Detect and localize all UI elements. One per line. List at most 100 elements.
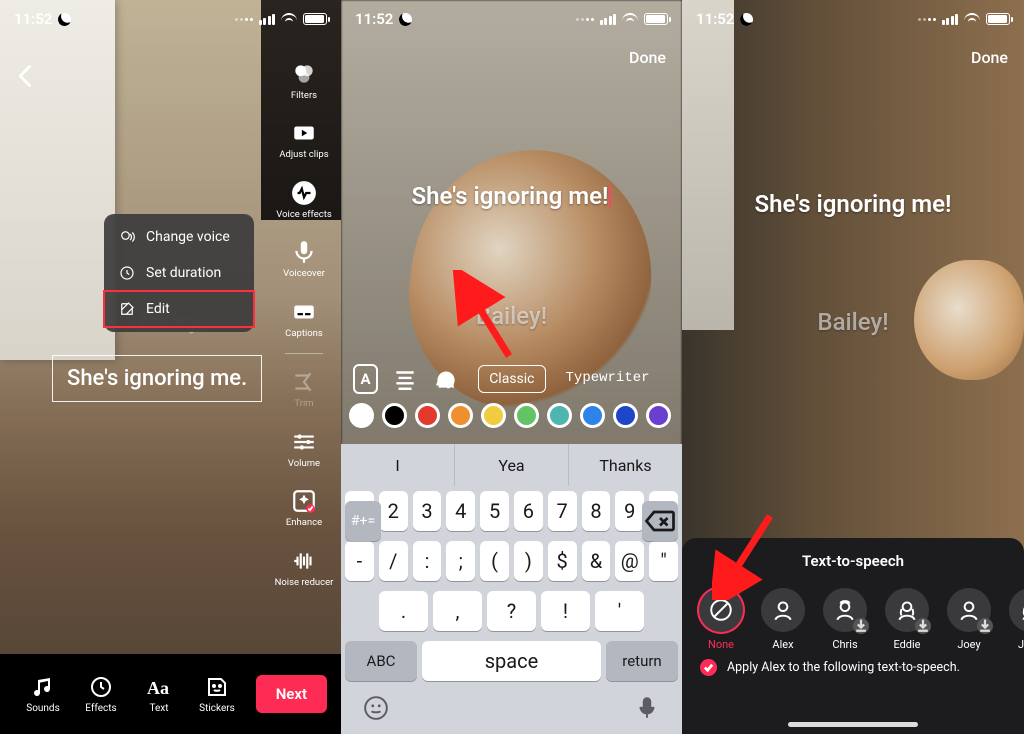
text-icon: Aa (147, 675, 171, 699)
tool-noise-reducer[interactable]: Noise reducer (275, 547, 334, 588)
keyboard-key[interactable]: 9 (615, 491, 644, 531)
wifi-icon (622, 13, 638, 25)
tool-voice-effects[interactable]: Voice effects (276, 179, 331, 220)
tts-voice-eddie[interactable]: Eddie (884, 588, 930, 651)
keyboard-row-1: 1234567890 (341, 486, 682, 536)
keyboard-return-button[interactable]: return (606, 641, 678, 681)
keyboard-abc-button[interactable]: ABC (345, 641, 417, 681)
done-button[interactable]: Done (971, 48, 1008, 67)
keyboard-key[interactable]: 6 (514, 491, 543, 531)
bottom-effects[interactable]: Effects (72, 675, 130, 714)
keyboard-key[interactable]: , (433, 591, 482, 631)
tool-label: Enhance (286, 518, 322, 528)
tts-apply-row[interactable]: Apply Alex to the following text-to-spee… (682, 655, 1024, 680)
voice-avatar-icon (885, 588, 929, 632)
tool-label: Filters (291, 91, 317, 101)
keyboard-key[interactable]: ) (514, 541, 543, 581)
voice-name-label: Alex (772, 638, 793, 651)
keyboard-key[interactable]: / (379, 541, 408, 581)
text-primary[interactable]: She's ignoring me! (682, 190, 1024, 218)
bottom-text[interactable]: Aa Text (130, 675, 188, 714)
keyboard-space-button[interactable]: space (422, 641, 601, 681)
editing-text-primary[interactable]: She's ignoring me! (341, 182, 682, 210)
keyboard-key[interactable]: 2 (379, 491, 408, 531)
keyboard-key[interactable]: : (413, 541, 442, 581)
emoji-button[interactable] (363, 695, 389, 725)
color-swatch[interactable] (547, 403, 572, 428)
moon-icon (57, 11, 74, 28)
music-note-icon (31, 675, 55, 699)
font-typewriter[interactable]: Typewriter (556, 365, 660, 393)
keyboard-symbols-button[interactable]: #+= (345, 501, 381, 541)
signal-bars-icon (942, 14, 959, 25)
font-classic[interactable]: Classic (478, 365, 545, 393)
tts-voice-joey[interactable]: Joey (946, 588, 992, 651)
color-swatch[interactable] (580, 403, 605, 428)
keyboard-key[interactable]: ' (595, 591, 644, 631)
color-swatch[interactable] (481, 403, 506, 428)
bottom-label: Sounds (26, 703, 59, 714)
keyboard-key[interactable]: ? (487, 591, 536, 631)
captions-icon (290, 298, 318, 326)
popup-change-voice[interactable]: Change voice (104, 219, 254, 255)
popup-set-duration[interactable]: Set duration (104, 255, 254, 291)
bottom-sounds[interactable]: Sounds (14, 675, 72, 714)
tool-volume[interactable]: Volume (288, 428, 320, 469)
keyboard-key[interactable]: ( (480, 541, 509, 581)
keyboard-key[interactable]: ; (446, 541, 475, 581)
keyboard-key[interactable]: ! (541, 591, 590, 631)
a-label: A (361, 370, 371, 388)
tool-filters[interactable]: Filters (290, 60, 318, 101)
color-swatch[interactable] (349, 403, 374, 428)
tool-voiceover[interactable]: Voiceover (283, 238, 325, 279)
keyboard-delete-button[interactable] (642, 501, 678, 541)
next-button[interactable]: Next (256, 675, 327, 713)
color-swatch[interactable] (448, 403, 473, 428)
voice-name-label: Joey (957, 638, 980, 651)
tool-adjust-clips[interactable]: Adjust clips (279, 119, 328, 160)
annotation-arrow (712, 510, 782, 604)
ios-keyboard: I Yea Thanks 1234567890 -/:;()$&@" #+= .… (341, 444, 682, 734)
tts-voice-jessi[interactable]: Jessi (1008, 588, 1024, 651)
keyboard-key[interactable]: @ (615, 541, 644, 581)
selected-text-box[interactable]: She's ignoring me. (52, 355, 262, 402)
keyboard-key[interactable]: 7 (548, 491, 577, 531)
suggestion-1[interactable]: I (341, 444, 454, 486)
text-style-button[interactable]: A (353, 364, 378, 394)
keyboard-key[interactable]: 4 (446, 491, 475, 531)
keyboard-suggestions: I Yea Thanks (341, 444, 682, 486)
keyboard-key[interactable]: - (345, 541, 374, 581)
keyboard-key[interactable]: 8 (582, 491, 611, 531)
text-options-popup: Change voice Set duration Edit (104, 214, 254, 332)
tool-trim[interactable]: Trim (290, 368, 318, 409)
dictation-button[interactable] (634, 695, 660, 725)
color-swatch[interactable] (415, 403, 440, 428)
tts-voice-chris[interactable]: Chris (822, 588, 868, 651)
bottom-toolbar: Sounds Effects Aa Text Stickers Next (0, 654, 341, 734)
tts-head-button[interactable] (432, 364, 458, 394)
bottom-stickers[interactable]: Stickers (188, 675, 246, 714)
keyboard-key[interactable]: $ (548, 541, 577, 581)
status-bar: 11:52 (682, 8, 1024, 30)
popup-edit[interactable]: Edit (104, 291, 254, 327)
tool-enhance[interactable]: Enhance (286, 487, 322, 528)
align-button[interactable] (392, 364, 418, 394)
keyboard-key[interactable]: 5 (480, 491, 509, 531)
color-swatch[interactable] (514, 403, 539, 428)
back-button[interactable] (12, 62, 40, 90)
color-swatch[interactable] (646, 403, 671, 428)
keyboard-key[interactable]: 3 (413, 491, 442, 531)
keyboard-key[interactable]: . (379, 591, 428, 631)
color-swatch[interactable] (613, 403, 638, 428)
keyboard-key[interactable]: " (649, 541, 678, 581)
tool-captions[interactable]: Captions (285, 298, 323, 339)
done-button[interactable]: Done (629, 48, 666, 67)
text-cursor (609, 185, 611, 207)
suggestion-3[interactable]: Thanks (568, 444, 682, 486)
suggestion-2[interactable]: Yea (454, 444, 568, 486)
signal-dots-icon (235, 18, 253, 21)
text-secondary[interactable]: Bailey! (682, 308, 1024, 336)
keyboard-key[interactable]: & (582, 541, 611, 581)
color-swatch[interactable] (382, 403, 407, 428)
signal-dots-icon (918, 18, 936, 21)
